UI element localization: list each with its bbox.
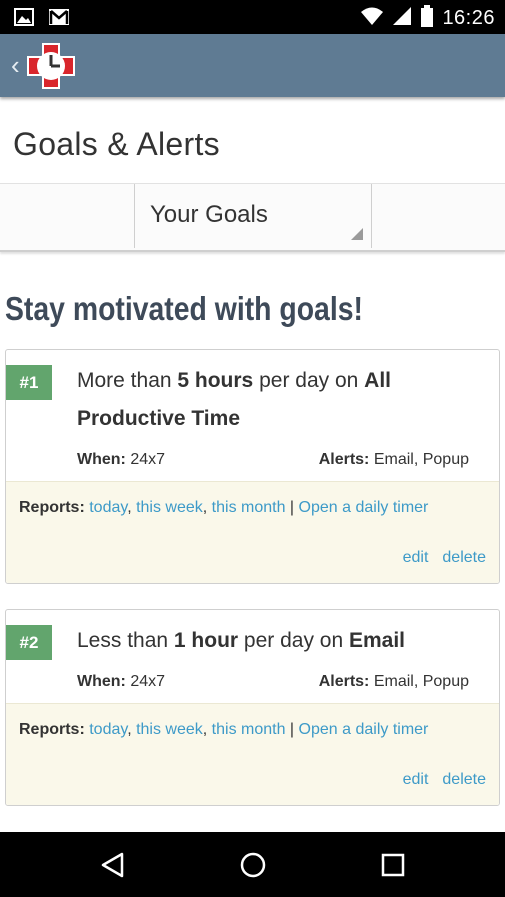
when-value: 24x7 (125, 673, 166, 690)
edit-goal-link[interactable]: edit (403, 549, 429, 566)
when-value: 24x7 (125, 451, 166, 468)
edit-goal-link[interactable]: edit (403, 771, 429, 788)
reports-line: Reports: today, this week, this month | … (19, 721, 429, 738)
delete-goal-link[interactable]: delete (442, 771, 486, 788)
chevron-left-icon[interactable]: ‹ (11, 50, 20, 80)
goal-when: When: 24x7 (77, 451, 165, 469)
recents-square-icon[interactable] (381, 853, 405, 882)
status-time: 16:26 (442, 7, 495, 29)
delete-goal-link[interactable]: delete (442, 549, 486, 566)
goal-text-mid: per day on (238, 629, 349, 652)
report-month-link[interactable]: this month (212, 499, 286, 516)
goal-text-prefix: More than (77, 369, 178, 392)
goal-amount: 5 hours (177, 369, 254, 392)
app-bar: ‹ (0, 34, 505, 97)
goal-text-mid: per day on (253, 369, 365, 392)
when-label: When: (77, 673, 126, 690)
reports-panel: Reports: today, this week, this month | … (6, 481, 499, 583)
goal-alerts: Alerts: Email, Popup (319, 673, 469, 691)
goal-actions: edit delete (389, 771, 486, 789)
report-month-link[interactable]: this month (212, 721, 286, 738)
goals-view-select[interactable]: Your Goals (134, 184, 372, 248)
back-triangle-icon[interactable] (100, 852, 126, 883)
reports-label: Reports: (19, 721, 85, 738)
goal-alerts: Alerts: Email, Popup (319, 451, 469, 469)
alerts-value: Email, Popup (369, 673, 469, 690)
reports-label: Reports: (19, 499, 85, 516)
headline: Stay motivated with goals! (5, 290, 363, 327)
alerts-label: Alerts: (318, 673, 370, 690)
goal-description: Less than 1 hour per day on Email (77, 622, 477, 660)
signal-icon (392, 6, 412, 31)
report-week-link[interactable]: this week (136, 499, 203, 516)
goal-actions: edit delete (389, 549, 486, 567)
goal-amount: 1 hour (173, 629, 239, 652)
alerts-value: Email, Popup (369, 451, 469, 468)
when-label: When: (77, 451, 126, 468)
goal-category: Email (348, 629, 406, 652)
goal-card: #1 More than 5 hours per day on All Prod… (5, 349, 500, 584)
goal-text-prefix: Less than (77, 629, 174, 652)
goal-when: When: 24x7 (77, 673, 165, 691)
battery-icon (420, 5, 434, 32)
goal-description: More than 5 hours per day on All Product… (77, 362, 477, 438)
gmail-icon (48, 8, 70, 31)
page-title: Goals & Alerts (13, 126, 220, 162)
status-bar: 16:26 (0, 0, 505, 34)
wifi-icon (360, 6, 384, 31)
alerts-label: Alerts: (318, 451, 370, 468)
image-icon (14, 8, 34, 31)
reports-panel: Reports: today, this week, this month | … (6, 703, 499, 805)
goal-number-badge: #2 (6, 625, 52, 660)
reports-line: Reports: today, this week, this month | … (19, 499, 429, 516)
open-timer-link[interactable]: Open a daily timer (299, 721, 429, 738)
home-circle-icon[interactable] (240, 852, 266, 883)
open-timer-link[interactable]: Open a daily timer (299, 499, 429, 516)
report-today-link[interactable]: today (89, 721, 127, 738)
goals-view-select-label: Your Goals (150, 201, 268, 228)
system-nav-bar (0, 832, 505, 897)
tab-bar: Your Goals (0, 183, 505, 252)
report-today-link[interactable]: today (89, 499, 127, 516)
dropdown-arrow-icon (351, 228, 363, 240)
report-week-link[interactable]: this week (136, 721, 203, 738)
rescuetime-logo-icon[interactable] (26, 42, 76, 95)
goal-card: #2 Less than 1 hour per day on Email Whe… (5, 609, 500, 806)
goal-number-badge: #1 (6, 365, 52, 400)
